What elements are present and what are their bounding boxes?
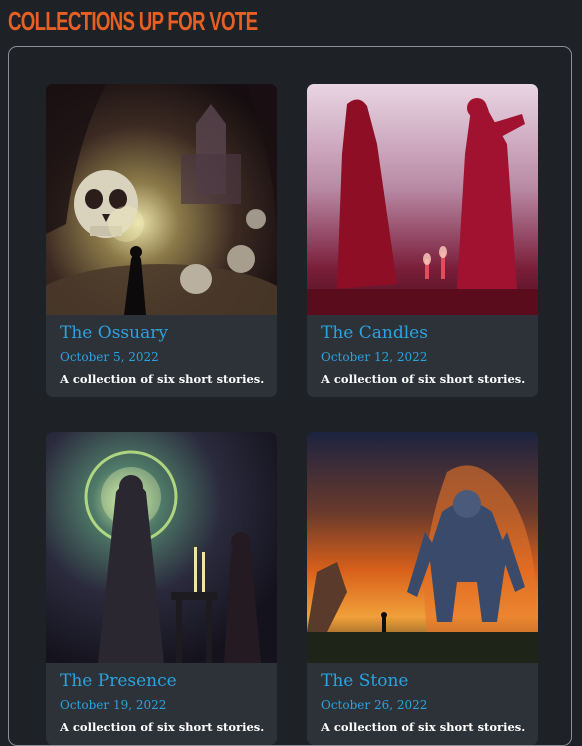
collection-title[interactable]: The Candles	[321, 321, 524, 345]
collection-image-stone[interactable]	[307, 432, 538, 663]
card-body: The Presence October 19, 2022 A collecti…	[46, 663, 277, 745]
collection-description: A collection of six short stories.	[60, 720, 265, 734]
collection-card-ossuary[interactable]: The Ossuary October 5, 2022 A collection…	[46, 84, 277, 397]
collection-description: A collection of six short stories.	[60, 372, 265, 386]
collection-description: A collection of six short stories.	[321, 720, 526, 734]
collection-title[interactable]: The Stone	[321, 669, 524, 693]
collection-title[interactable]: The Presence	[60, 669, 263, 693]
page-title: COLLECTIONS UP FOR VOTE	[8, 6, 258, 36]
collection-card-candles[interactable]: The Candles October 12, 2022 A collectio…	[307, 84, 538, 397]
card-body: The Stone October 26, 2022 A collection …	[307, 663, 538, 745]
collection-date: October 26, 2022	[321, 698, 428, 712]
collection-card-presence[interactable]: The Presence October 19, 2022 A collecti…	[46, 432, 277, 745]
collection-date: October 12, 2022	[321, 350, 428, 364]
collections-panel: The Ossuary October 5, 2022 A collection…	[8, 46, 572, 746]
card-body: The Ossuary October 5, 2022 A collection…	[46, 315, 277, 397]
collection-image-presence[interactable]	[46, 432, 277, 663]
collection-date: October 19, 2022	[60, 698, 167, 712]
card-body: The Candles October 12, 2022 A collectio…	[307, 315, 538, 397]
collection-image-candles[interactable]	[307, 84, 538, 315]
collection-image-ossuary[interactable]	[46, 84, 277, 315]
collection-date: October 5, 2022	[60, 350, 159, 364]
collection-title[interactable]: The Ossuary	[60, 321, 263, 345]
collection-description: A collection of six short stories.	[321, 372, 526, 386]
collection-card-stone[interactable]: The Stone October 26, 2022 A collection …	[307, 432, 538, 745]
